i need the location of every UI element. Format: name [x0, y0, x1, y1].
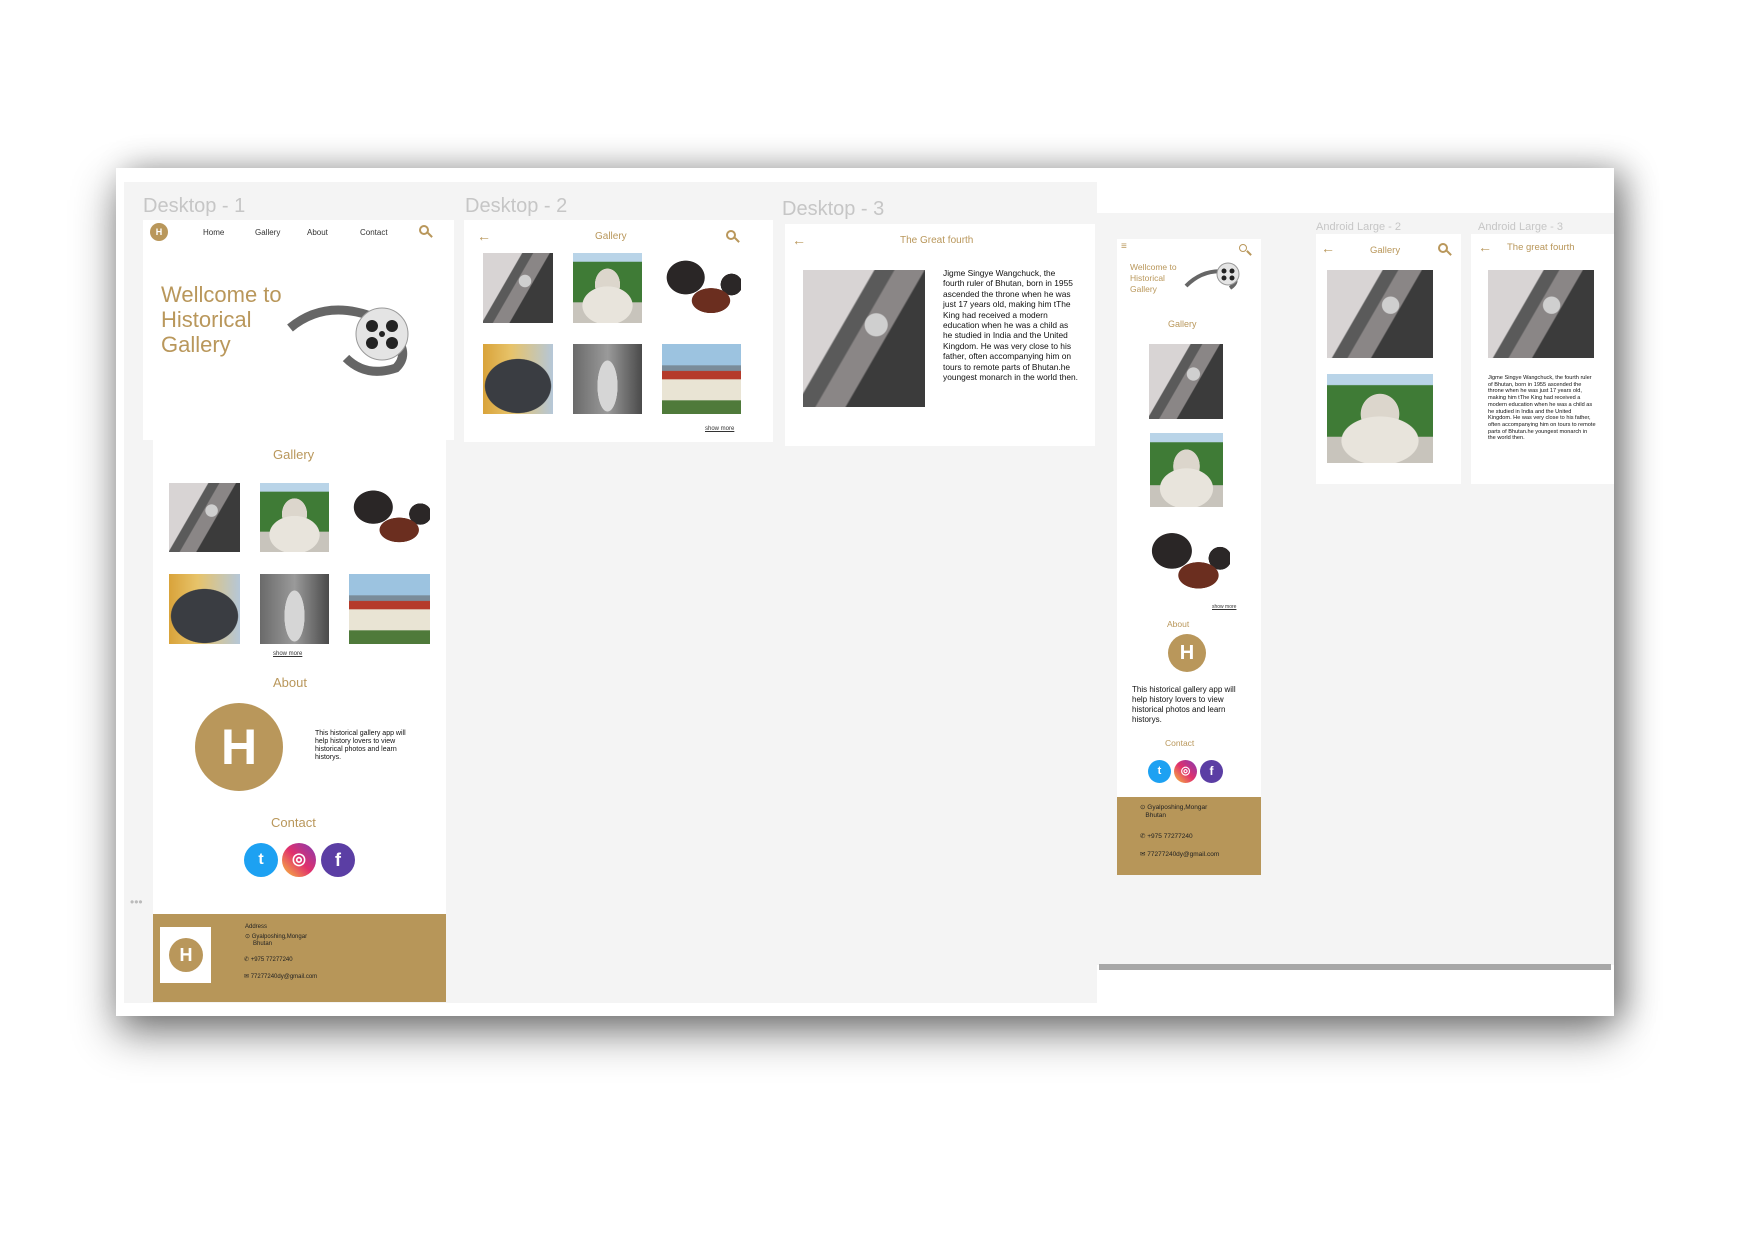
gallery-heading: Gallery	[1168, 319, 1197, 329]
footer-phone: ✆ +975 77277240	[244, 957, 293, 963]
back-arrow-icon[interactable]: ←	[477, 229, 491, 243]
gallery-image-dzong[interactable]	[349, 574, 430, 644]
hero-line-2: Historical	[1130, 273, 1165, 283]
facebook-icon[interactable]: f	[321, 843, 355, 877]
about-text: This historical gallery app will help hi…	[315, 730, 406, 761]
contact-heading: Contact	[1165, 738, 1195, 748]
nav-contact[interactable]: Contact	[360, 228, 388, 237]
hamburger-menu-icon[interactable]: ≡	[1121, 241, 1127, 252]
facebook-icon[interactable]: f	[1200, 760, 1223, 783]
show-more-link[interactable]: show more	[705, 426, 734, 432]
nav-about[interactable]: About	[307, 228, 328, 237]
detail-title: The great fourth	[1507, 242, 1575, 253]
gallery-image-man[interactable]	[260, 574, 329, 644]
detail-image-king	[1488, 270, 1594, 358]
address-text: Gyalposhing,Mongar	[1147, 804, 1208, 811]
show-more-link[interactable]: show more	[273, 651, 302, 657]
hero-line-2: Historical	[161, 307, 252, 332]
hero-title: Wellcome to Historical Gallery	[1130, 262, 1177, 295]
country-text: Bhutan	[1145, 812, 1167, 819]
phone-text: +975 77277240	[250, 957, 293, 963]
search-icon[interactable]	[419, 225, 429, 235]
gallery-image-man[interactable]	[573, 344, 642, 414]
gallery-heading: Gallery	[273, 447, 315, 462]
frame-label-android-3[interactable]: Android Large - 3	[1478, 221, 1563, 233]
gallery-image-king[interactable]	[483, 253, 553, 323]
contact-heading: Contact	[271, 815, 316, 830]
twitter-icon[interactable]: t	[1148, 760, 1171, 783]
footer-address: ⊙ Gyalposhing,Mongar Bhutan	[1140, 804, 1208, 819]
hero-line-1: Wellcome to	[1130, 262, 1177, 272]
gallery-image-stupa[interactable]	[1150, 433, 1223, 507]
address-text: Gyalposhing,Mongar	[251, 934, 308, 940]
nav-gallery[interactable]: Gallery	[255, 228, 280, 237]
gallery-image-stupa[interactable]	[260, 483, 329, 552]
gallery-image-pots[interactable]	[662, 253, 741, 323]
gallery-title: Gallery	[1370, 245, 1401, 256]
instagram-icon[interactable]: ◎	[282, 843, 316, 877]
gallery-image-pots[interactable]	[349, 483, 430, 552]
search-icon[interactable]	[1239, 244, 1247, 252]
search-icon[interactable]	[1438, 243, 1448, 253]
about-heading: About	[273, 675, 307, 690]
frame-label-desktop-3[interactable]: Desktop - 3	[782, 198, 884, 221]
gallery-title: Gallery	[595, 231, 627, 242]
gallery-image-king[interactable]	[169, 483, 240, 552]
footer-address: ⊙ Gyalposhing,Mongar	[245, 934, 308, 940]
footer-email: ✉ 77277240dy@gmail.com	[1140, 851, 1220, 858]
show-more-link[interactable]: show more	[1212, 604, 1236, 610]
frame-label-desktop-1[interactable]: Desktop - 1	[143, 195, 245, 218]
gallery-image-king[interactable]	[1149, 344, 1223, 419]
logo-icon[interactable]: H	[150, 223, 168, 241]
back-arrow-icon[interactable]: ←	[1321, 241, 1335, 255]
frame-label-android-2[interactable]: Android Large - 2	[1316, 221, 1401, 233]
detail-text: Jigme Singye Wangchuck, the fourth ruler…	[1488, 375, 1596, 442]
detail-text: Jigme Singye Wangchuck, the fourth ruler…	[943, 268, 1079, 383]
gallery-image-stupa[interactable]	[1327, 374, 1433, 463]
gallery-logo: H	[195, 703, 283, 791]
footer-address-label: Address	[245, 924, 268, 930]
hero-line-3: Gallery	[161, 332, 231, 357]
detail-title: The Great fourth	[900, 235, 974, 246]
gallery-image-dzong[interactable]	[662, 344, 741, 414]
back-arrow-icon[interactable]: ←	[792, 233, 806, 247]
footer-phone: ✆ +975 77277240	[1140, 833, 1193, 840]
gallery-image-pot[interactable]	[483, 344, 553, 414]
film-reel-icon	[1184, 262, 1240, 290]
footer-country: Bhutan	[253, 941, 273, 947]
gallery-image-stupa[interactable]	[573, 253, 642, 323]
hero-line-1: Wellcome to	[161, 282, 282, 307]
email-text: 77277240dy@gmail.com	[250, 974, 318, 980]
twitter-icon[interactable]: t	[244, 843, 278, 877]
gallery-image-pot[interactable]	[169, 574, 240, 644]
gallery-logo: H	[1168, 634, 1206, 672]
hero-title: Wellcome to Historical Gallery	[161, 282, 282, 357]
nav-home[interactable]: Home	[203, 228, 224, 237]
gallery-image-pots[interactable]	[1147, 525, 1230, 599]
email-text: 77277240dy@gmail.com	[1147, 851, 1220, 858]
film-reel-icon	[287, 305, 409, 376]
gallery-image-king[interactable]	[1327, 270, 1433, 358]
footer-logo: H	[169, 938, 203, 972]
instagram-icon[interactable]: ◎	[1174, 760, 1197, 783]
frame-label-desktop-2[interactable]: Desktop - 2	[465, 195, 567, 218]
footer-email: ✉ 77277240dy@gmail.com	[244, 974, 318, 980]
about-heading: About	[1167, 619, 1190, 629]
horizontal-scrollbar[interactable]	[1099, 964, 1611, 970]
about-text: This historical gallery app will help hi…	[1132, 685, 1236, 724]
more-dots-icon[interactable]: •••	[130, 895, 143, 909]
back-arrow-icon[interactable]: ←	[1478, 240, 1492, 254]
search-icon[interactable]	[726, 230, 736, 240]
phone-text: +975 77277240	[1147, 833, 1193, 840]
hero-line-3: Gallery	[1130, 284, 1157, 294]
detail-image-king	[803, 270, 925, 407]
